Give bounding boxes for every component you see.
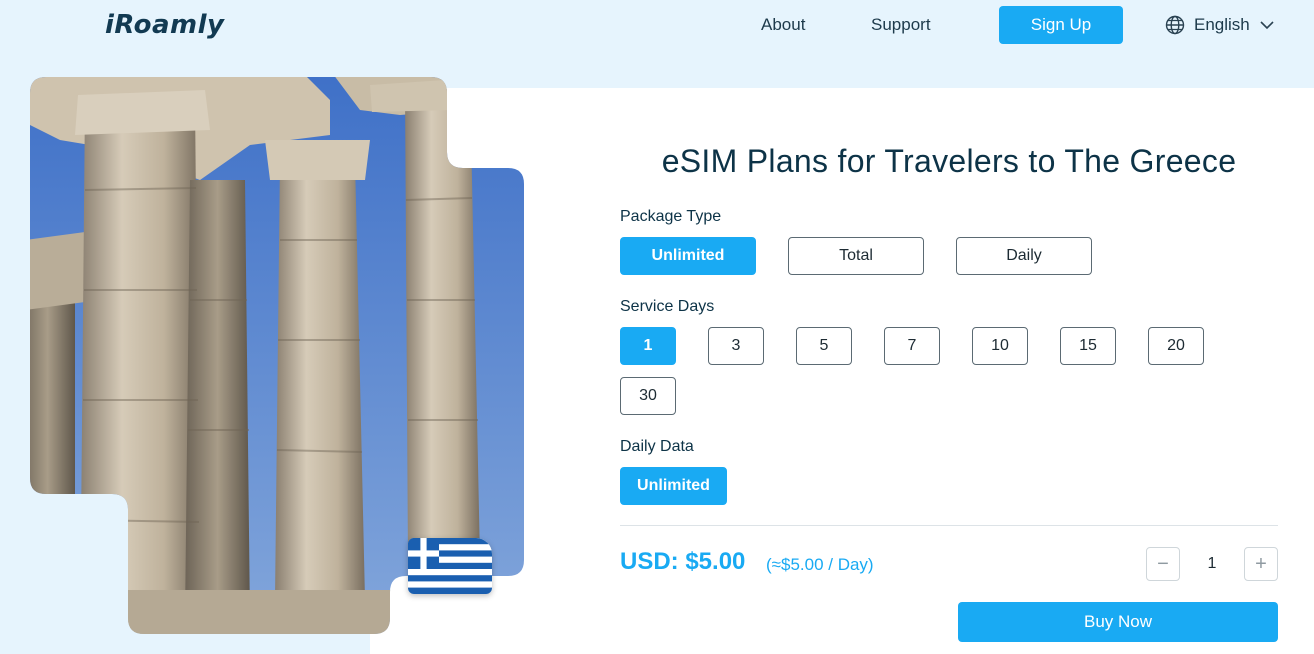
days-option-10[interactable]: 10	[972, 327, 1028, 365]
days-option-20[interactable]: 20	[1148, 327, 1204, 365]
sign-up-button[interactable]: Sign Up	[999, 6, 1123, 44]
nav-link-about[interactable]: About	[761, 15, 805, 35]
package-type-label: Package Type	[620, 208, 722, 225]
chevron-down-icon	[1260, 21, 1274, 30]
language-label: English	[1194, 15, 1250, 34]
package-option-daily[interactable]: Daily	[956, 237, 1092, 275]
page-title: eSIM Plans for Travelers to The Greece	[661, 143, 1237, 179]
service-days-label: Service Days	[620, 298, 715, 315]
quantity-value[interactable]: 1	[1196, 555, 1228, 573]
days-option-1[interactable]: 1	[620, 327, 676, 365]
daily-data-option-unlimited[interactable]: Unlimited	[620, 467, 727, 505]
daily-data-label: Daily Data	[620, 438, 694, 455]
greece-flag-icon	[408, 538, 492, 594]
days-option-5[interactable]: 5	[796, 327, 852, 365]
quantity-increase-button[interactable]: +	[1244, 547, 1278, 581]
total-price: USD: $5.00	[620, 548, 746, 575]
days-option-3[interactable]: 3	[708, 327, 764, 365]
price-per-day: (≈$5.00 / Day)	[766, 555, 874, 574]
destination-photo	[0, 0, 560, 654]
days-option-15[interactable]: 15	[1060, 327, 1116, 365]
divider	[620, 525, 1278, 526]
nav-link-support[interactable]: Support	[871, 15, 931, 35]
package-option-total[interactable]: Total	[788, 237, 924, 275]
days-option-7[interactable]: 7	[884, 327, 940, 365]
language-selector[interactable]: English	[1165, 13, 1275, 37]
globe-icon	[1165, 15, 1185, 35]
quantity-decrease-button[interactable]: −	[1146, 547, 1180, 581]
package-option-unlimited[interactable]: Unlimited	[620, 237, 756, 275]
buy-now-button[interactable]: Buy Now	[958, 602, 1278, 642]
days-option-30[interactable]: 30	[620, 377, 676, 415]
